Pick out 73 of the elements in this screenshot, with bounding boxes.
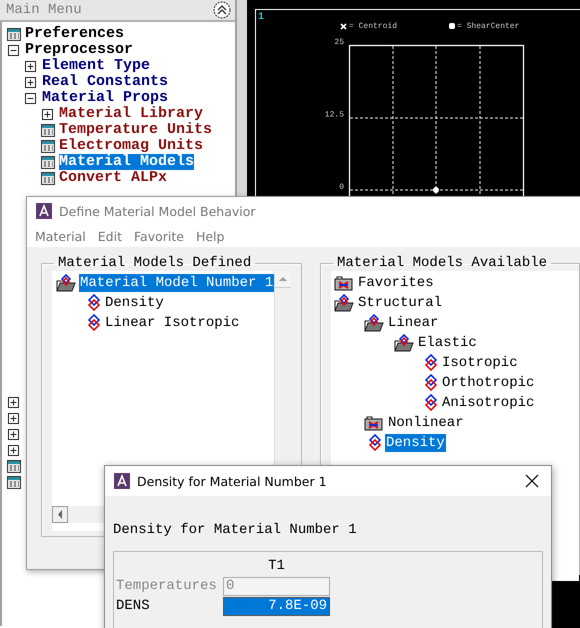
tree-item[interactable]: Orthotropic (441, 374, 536, 392)
menu-item[interactable]: Preferences (25, 26, 124, 42)
group-title: Material Models Available (336, 255, 548, 271)
tree-item[interactable]: Density (104, 294, 165, 312)
window-icon (41, 140, 55, 152)
menu-item[interactable]: Electromag Units (59, 138, 204, 154)
diamond-icon (87, 314, 101, 332)
expand-icon[interactable] (8, 396, 19, 408)
folder-icon (334, 294, 354, 312)
folder-icon (364, 314, 384, 332)
window-icon (41, 172, 55, 184)
tree-item[interactable]: Isotropic (441, 354, 519, 372)
menu-item[interactable]: Material Library (59, 106, 204, 122)
tree-item[interactable]: Elastic (417, 334, 478, 352)
diamond-icon (87, 294, 101, 312)
expand-icon[interactable] (25, 60, 36, 72)
expand-icon[interactable] (42, 108, 53, 120)
dialog-heading: Density for Material Number 1 (113, 522, 358, 538)
tree-item[interactable]: Linear (387, 314, 440, 332)
window-icon (7, 28, 21, 40)
scroll-left-icon[interactable] (52, 506, 68, 523)
window-icon (7, 476, 21, 488)
legend-label: = Centroid (349, 22, 398, 31)
tree-item[interactable]: Density (385, 434, 446, 452)
menu-item[interactable]: Material Models (59, 154, 194, 170)
window-icon (41, 124, 55, 136)
folder-icon (56, 274, 76, 292)
axis-label: 25 (334, 38, 344, 47)
menu-item[interactable]: Material Props (42, 90, 168, 106)
close-icon[interactable] (525, 474, 539, 488)
column-header: T1 (267, 558, 286, 574)
tree-item[interactable]: Nonlinear (387, 414, 465, 432)
folder-icon (394, 334, 414, 352)
menu-item[interactable]: Convert ALPx (59, 170, 168, 186)
folder-icon (364, 414, 384, 432)
axis-label: 0 (339, 183, 344, 192)
menu-item[interactable]: Element Type (42, 58, 150, 74)
shear-center-marker-icon (449, 23, 455, 29)
collapse-icon[interactable] (8, 44, 19, 56)
app-icon (114, 473, 130, 489)
collapse-icon[interactable] (25, 92, 36, 104)
group-title: Material Models Defined (57, 255, 252, 271)
window-icon (41, 156, 55, 168)
app-icon (36, 203, 52, 219)
expand-icon[interactable] (25, 76, 36, 88)
expand-icon[interactable] (8, 428, 19, 440)
axis-label: 12.5 (324, 110, 344, 120)
tree-item[interactable]: Anisotropic (441, 394, 536, 412)
menu-item[interactable]: Preprocessor (25, 42, 134, 58)
menu-item[interactable]: Temperature Units (59, 122, 212, 138)
input-field[interactable]: 7.8E-09 (223, 596, 330, 616)
diamond-icon (424, 394, 438, 412)
expand-icon[interactable] (8, 444, 19, 456)
diamond-icon (424, 374, 438, 392)
legend-label: = ShearCenter (457, 22, 520, 31)
diamond-icon (368, 434, 382, 452)
tree-item[interactable]: Material Model Number 1 (79, 274, 274, 292)
tree-item[interactable]: Linear Isotropic (104, 314, 240, 332)
field-label: Temperatures (116, 578, 218, 594)
expand-icon[interactable] (8, 412, 19, 424)
panel-title: Main Menu (6, 2, 82, 18)
window-icon (7, 460, 21, 472)
window-title: Density for Material Number 1 (137, 474, 327, 488)
menu-item[interactable]: Real Constants (42, 74, 168, 90)
folder-icon (334, 274, 354, 292)
collapse-icon[interactable] (213, 1, 231, 19)
tree-item[interactable]: Favorites (357, 274, 435, 292)
diamond-icon (424, 354, 438, 372)
viewport-number: 1 (258, 12, 264, 23)
tree-item[interactable]: Structural (357, 294, 444, 312)
field-label: DENS (116, 598, 151, 614)
centroid-marker-icon (340, 23, 347, 30)
window-title: Define Material Model Behavior (59, 204, 256, 218)
